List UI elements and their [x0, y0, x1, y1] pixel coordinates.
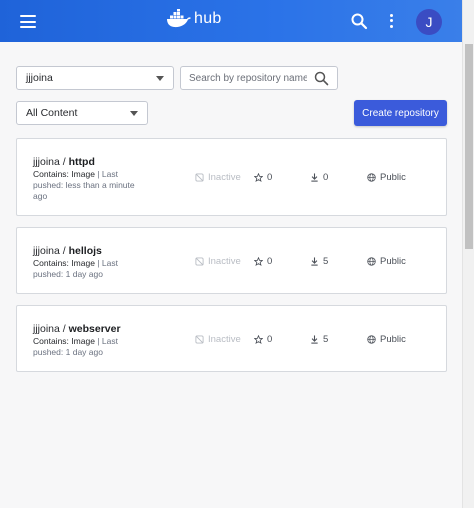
menu-icon[interactable] — [20, 15, 36, 28]
repository-namespace: jjjoina — [33, 156, 60, 168]
star-count: 0 — [254, 256, 272, 267]
repository-title[interactable]: jjjoina / hellojs — [33, 245, 102, 257]
globe-icon — [367, 335, 376, 344]
chevron-down-icon — [156, 76, 164, 81]
docker-hub-logo[interactable]: hub — [166, 9, 222, 29]
globe-icon — [367, 257, 376, 266]
pull-count: 5 — [310, 334, 328, 345]
contains-value: Image — [71, 169, 95, 179]
download-icon — [311, 257, 318, 266]
star-icon — [254, 257, 263, 266]
last-pushed-value: 1 day ago — [65, 269, 103, 279]
contains-label: Contains: — [33, 258, 69, 268]
top-nav-bar: hub J — [0, 0, 462, 42]
repository-search-input[interactable] — [189, 69, 307, 87]
status-text: Inactive — [208, 256, 241, 267]
pull-count: 5 — [310, 256, 328, 267]
status-badge: Inactive — [195, 334, 241, 345]
search-icon[interactable] — [350, 12, 368, 30]
logo-text: hub — [194, 10, 222, 27]
star-icon — [254, 335, 263, 344]
content-filter-value: All Content — [26, 107, 78, 119]
visibility-badge: Public — [367, 334, 406, 345]
status-badge: Inactive — [195, 172, 241, 183]
repository-meta: Contains: Image | Last pushed: less than… — [33, 169, 145, 202]
status-text: Inactive — [208, 172, 241, 183]
repository-title[interactable]: jjjoina / httpd — [33, 156, 95, 168]
star-count: 0 — [254, 172, 272, 183]
pull-count: 0 — [310, 172, 328, 183]
star-count-value: 0 — [267, 256, 273, 267]
content-filter-select[interactable]: All Content — [16, 101, 148, 125]
chevron-down-icon — [130, 111, 138, 116]
repository-card-httpd[interactable]: jjjoina / httpd Contains: Image | Last p… — [16, 138, 447, 216]
status-text: Inactive — [208, 334, 241, 345]
repository-namespace: jjjoina — [33, 245, 60, 257]
repository-meta: Contains: Image | Last pushed: 1 day ago — [33, 336, 145, 358]
contains-label: Contains: — [33, 169, 69, 179]
path-separator: / — [59, 245, 69, 257]
page-scrollbar[interactable] — [462, 0, 474, 508]
path-separator: / — [59, 156, 69, 168]
repository-namespace: jjjoina — [33, 323, 60, 335]
visibility-badge: Public — [367, 256, 406, 267]
pull-count-value: 5 — [323, 256, 329, 267]
star-count-value: 0 — [267, 172, 273, 183]
namespace-select[interactable]: jjjoina — [16, 66, 174, 90]
repository-meta: Contains: Image | Last pushed: 1 day ago — [33, 258, 145, 280]
repository-card-webserver[interactable]: jjjoina / webserver Contains: Image | La… — [16, 305, 447, 372]
repository-search — [180, 66, 338, 90]
pull-count-value: 0 — [323, 172, 329, 183]
visibility-text: Public — [380, 172, 406, 183]
scrollbar-thumb[interactable] — [465, 44, 473, 249]
star-count-value: 0 — [267, 334, 273, 345]
repository-name: hellojs — [68, 245, 102, 257]
status-badge: Inactive — [195, 256, 241, 267]
namespace-select-value: jjjoina — [26, 72, 53, 84]
contains-value: Image — [71, 336, 95, 346]
visibility-text: Public — [380, 334, 406, 345]
download-icon — [311, 335, 318, 344]
repository-name: httpd — [68, 156, 95, 168]
star-icon — [254, 173, 263, 182]
pull-count-value: 5 — [323, 334, 329, 345]
contains-label: Contains: — [33, 336, 69, 346]
last-pushed-value: 1 day ago — [65, 347, 103, 357]
inactive-icon — [195, 257, 204, 266]
inactive-icon — [195, 335, 204, 344]
repository-card-hellojs[interactable]: jjjoina / hellojs Contains: Image | Last… — [16, 227, 447, 294]
more-options-icon[interactable] — [386, 12, 396, 30]
create-repository-button[interactable]: Create repository — [354, 100, 447, 126]
repository-name: webserver — [68, 323, 121, 335]
repository-title[interactable]: jjjoina / webserver — [33, 323, 121, 335]
visibility-badge: Public — [367, 172, 406, 183]
download-icon — [311, 173, 318, 182]
inactive-icon — [195, 173, 204, 182]
visibility-text: Public — [380, 256, 406, 267]
search-icon[interactable] — [314, 71, 329, 86]
contains-value: Image — [71, 258, 95, 268]
path-separator: / — [59, 323, 69, 335]
star-count: 0 — [254, 334, 272, 345]
globe-icon — [367, 173, 376, 182]
avatar[interactable]: J — [416, 9, 442, 35]
docker-whale-icon — [167, 9, 191, 28]
